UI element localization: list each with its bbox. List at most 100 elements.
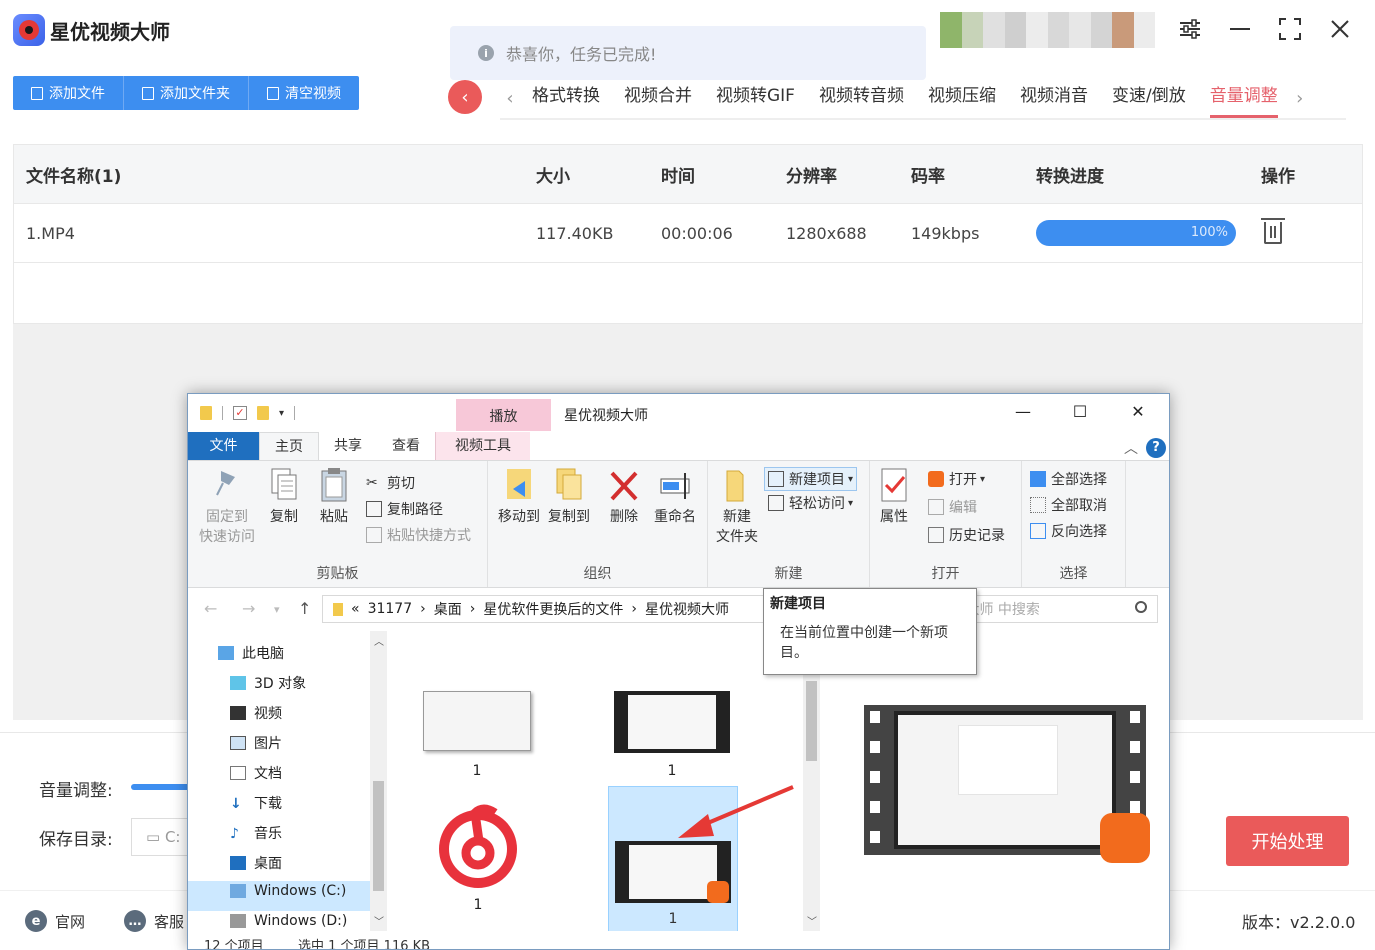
history-button[interactable]: 历史记录 — [928, 525, 1005, 545]
chevron-left-icon[interactable]: ‹ — [500, 88, 520, 109]
back-arrow-icon[interactable]: ← — [204, 599, 217, 618]
volume-slider[interactable] — [131, 784, 191, 790]
file-item[interactable]: 1 — [613, 691, 731, 779]
crumb-current[interactable]: 星优视频大师 — [645, 599, 729, 619]
scroll-up-icon[interactable]: ︿ — [374, 633, 384, 648]
delete-button[interactable]: 删除 — [604, 467, 644, 527]
pin-label-2: 快速访问 — [199, 529, 255, 545]
tab-video-to-gif[interactable]: 视频转GIF — [716, 78, 795, 118]
easy-access-button[interactable]: 轻松访问 ▾ — [768, 493, 853, 513]
dropdown-icon[interactable]: ▾ — [279, 408, 284, 419]
tab-speed-reverse[interactable]: 变速/倒放 — [1112, 78, 1186, 118]
nav-drive-d[interactable]: Windows (D:) — [230, 913, 347, 929]
paste-shortcut-button[interactable]: 粘贴快捷方式 — [366, 525, 471, 545]
file-item[interactable]: 1 — [421, 691, 533, 779]
tab-video-merge[interactable]: 视频合并 — [624, 78, 692, 118]
tab-video-tools[interactable]: 视频工具 — [435, 432, 530, 460]
tab-share[interactable]: 共享 — [319, 432, 377, 460]
new-item-button[interactable]: 新建项目 ▾ — [764, 467, 858, 491]
cut-button[interactable]: ✂ 剪切 — [366, 473, 415, 493]
tab-format-convert[interactable]: 格式转换 — [532, 78, 600, 118]
select-all-button[interactable]: 全部选择 — [1030, 469, 1107, 489]
clear-button[interactable]: 清空视频 — [249, 76, 359, 110]
new-folder-icon[interactable] — [257, 406, 269, 420]
new-folder-button[interactable]: 新建 文件夹 — [712, 467, 762, 547]
scroll-down-icon[interactable]: ﹀ — [374, 913, 384, 928]
chevron-right-icon[interactable]: › — [1290, 88, 1310, 109]
edit-button[interactable]: 编辑 — [928, 497, 977, 517]
tab-video-mute[interactable]: 视频消音 — [1020, 78, 1088, 118]
nav-this-pc[interactable]: 此电脑 — [218, 643, 284, 663]
forward-arrow-icon[interactable]: → — [242, 599, 255, 618]
help-icon[interactable]: ? — [1146, 438, 1166, 458]
explorer-close-icon[interactable]: ✕ — [1118, 402, 1158, 421]
explorer-minimize-icon[interactable]: — — [1003, 402, 1043, 421]
select-all-label: 全部选择 — [1051, 472, 1107, 488]
up-arrow-icon[interactable]: ↑ — [298, 599, 311, 618]
nav-scrollbar[interactable]: ︿ ﹀ — [370, 631, 387, 931]
tab-back-button[interactable]: ‹ — [448, 80, 482, 114]
website-link[interactable]: e 官网 — [25, 910, 85, 932]
header-resolution: 分辨率 — [786, 166, 837, 187]
properties-icon[interactable]: ✓ — [233, 406, 247, 420]
delete-icon[interactable] — [1261, 218, 1285, 244]
file-scrollbar[interactable]: ﹀ — [803, 631, 820, 931]
nav-pictures[interactable]: 图片 — [230, 733, 282, 753]
explorer-maximize-icon[interactable]: ☐ — [1060, 402, 1100, 421]
address-overflow[interactable]: « — [351, 601, 360, 617]
user-avatar[interactable] — [940, 12, 1155, 48]
select-none-button[interactable]: 全部取消 — [1030, 495, 1107, 515]
open-button[interactable]: 打开 ▾ — [928, 469, 985, 489]
rename-button[interactable]: 重命名 — [650, 467, 700, 527]
copy-button[interactable]: 复制 — [266, 467, 302, 527]
header-time: 时间 — [661, 166, 695, 187]
copy-to-button[interactable]: 复制到 — [544, 467, 594, 527]
copy-path-button[interactable]: 复制路径 — [366, 499, 443, 519]
tab-video-compress[interactable]: 视频压缩 — [928, 78, 996, 118]
app-badge-icon — [1100, 813, 1150, 863]
minimize-icon[interactable] — [1225, 14, 1255, 44]
file-item[interactable]: 1 — [428, 801, 528, 913]
scroll-thumb[interactable] — [373, 781, 384, 891]
properties-button[interactable]: 属性 — [876, 467, 912, 527]
table-row[interactable]: 1.MP4 117.40KB 00:00:06 1280x688 149kbps… — [14, 203, 1362, 263]
select-label: 选择 — [1059, 566, 1088, 582]
recent-dropdown-icon[interactable]: ▾ — [274, 603, 280, 616]
folder-icon: ▭ — [146, 828, 165, 846]
new-label: 新建 — [774, 566, 803, 582]
settings-icon[interactable] — [1175, 14, 1205, 44]
maximize-icon[interactable] — [1275, 14, 1305, 44]
explorer-tabs: 文件 主页 共享 查看 视频工具 — [188, 432, 1169, 460]
move-to-button[interactable]: 移动到 — [494, 467, 544, 527]
start-button[interactable]: 开始处理 — [1226, 816, 1349, 866]
scroll-down-icon[interactable]: ﹀ — [807, 913, 817, 928]
tab-volume-adjust[interactable]: 音量调整 — [1209, 78, 1278, 118]
close-icon[interactable] — [1325, 14, 1355, 44]
crumb-root[interactable]: 31177 — [368, 601, 413, 617]
service-link[interactable]: … 客服 — [124, 910, 184, 932]
tab-home[interactable]: 主页 — [259, 432, 319, 460]
nav-desktop[interactable]: 桌面 — [230, 853, 282, 873]
scroll-thumb[interactable] — [806, 681, 817, 761]
crumb-folder[interactable]: 星优软件更换后的文件 — [483, 599, 623, 619]
add-folder-button[interactable]: 添加文件夹 — [124, 76, 249, 110]
paste-button[interactable]: 粘贴 — [316, 467, 352, 527]
add-file-button[interactable]: 添加文件 — [13, 76, 124, 110]
tab-view[interactable]: 查看 — [377, 432, 435, 460]
tab-file[interactable]: 文件 — [188, 432, 259, 460]
invert-select-button[interactable]: 反向选择 — [1030, 521, 1107, 541]
nav-3d-objects[interactable]: 3D 对象 — [230, 673, 306, 693]
pin-button[interactable]: 固定到 快速访问 — [196, 467, 258, 547]
nav-downloads[interactable]: ↓ 下载 — [230, 793, 282, 813]
save-dir-input[interactable]: ▭ C: — [131, 818, 191, 856]
tab-video-to-audio[interactable]: 视频转音频 — [819, 78, 904, 118]
collapse-ribbon-icon[interactable]: ︿ — [1124, 438, 1138, 458]
crumb-desktop[interactable]: 桌面 — [434, 599, 462, 619]
header-size: 大小 — [536, 166, 570, 187]
nav-documents[interactable]: 文档 — [230, 763, 282, 783]
nav-music[interactable]: ♪ 音乐 — [230, 823, 282, 843]
nav-drive-c[interactable]: Windows (C:) — [230, 883, 346, 899]
table-header: 文件名称(1) 大小 时间 分辨率 码率 转换进度 操作 — [14, 145, 1362, 203]
annotation-arrow-icon — [678, 785, 794, 838]
nav-videos[interactable]: 视频 — [230, 703, 282, 723]
